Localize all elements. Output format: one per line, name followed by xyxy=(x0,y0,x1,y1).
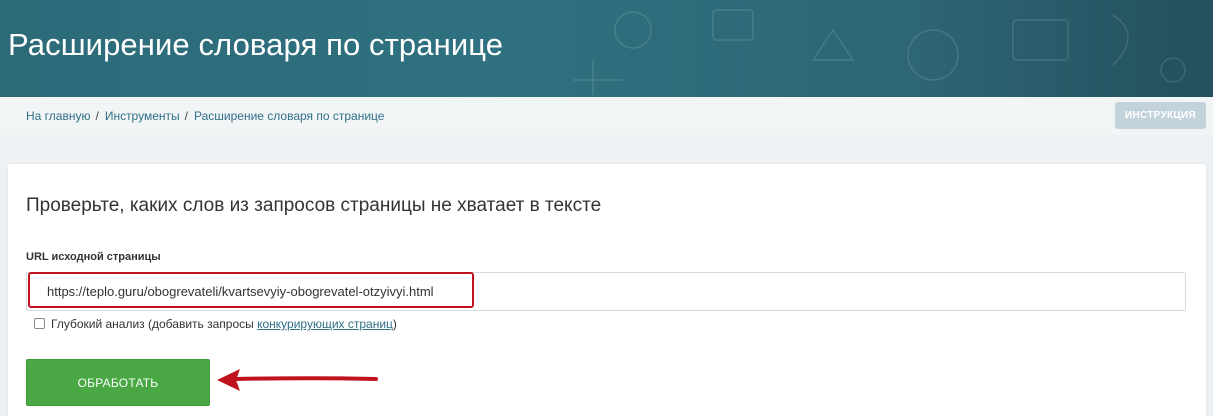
deep-analysis-label: Глубокий анализ (добавить запросы xyxy=(51,317,258,331)
deep-analysis-checkbox[interactable] xyxy=(34,318,45,329)
page-header-banner: Расширение словаря по странице xyxy=(0,0,1213,97)
competing-pages-link[interactable]: конкурирующих страниц xyxy=(257,317,393,331)
url-highlight-annotation xyxy=(28,272,474,308)
instruction-button[interactable]: ИНСТРУКЦИЯ xyxy=(1115,102,1206,129)
breadcrumb-home-link[interactable]: На главную xyxy=(26,109,90,123)
breadcrumb-separator: / xyxy=(95,109,99,123)
background-pattern xyxy=(573,9,1186,95)
page-title: Расширение словаря по странице xyxy=(8,27,504,62)
form-card: Проверьте, каких слов из запросов страни… xyxy=(8,164,1206,416)
breadcrumb-current[interactable]: Расширение словаря по странице xyxy=(194,109,384,123)
breadcrumb: На главную / Инструменты / Расширение словар… xyxy=(26,109,384,123)
deep-analysis-option[interactable]: Глубокий анализ (добавить запросы конкур… xyxy=(34,317,397,331)
breadcrumb-separator: / xyxy=(184,109,188,123)
submit-button[interactable]: ОБРАБОТАТЬ xyxy=(26,359,210,406)
breadcrumb-tools-link[interactable]: Инструменты xyxy=(105,109,180,123)
form-heading: Проверьте, каких слов из запросов страни… xyxy=(26,195,602,216)
deep-analysis-suffix: ) xyxy=(392,317,397,331)
breadcrumb-bar: На главную / Инструменты / Расширение словар… xyxy=(0,97,1213,135)
url-field-label: URL исходной страницы xyxy=(26,251,161,263)
